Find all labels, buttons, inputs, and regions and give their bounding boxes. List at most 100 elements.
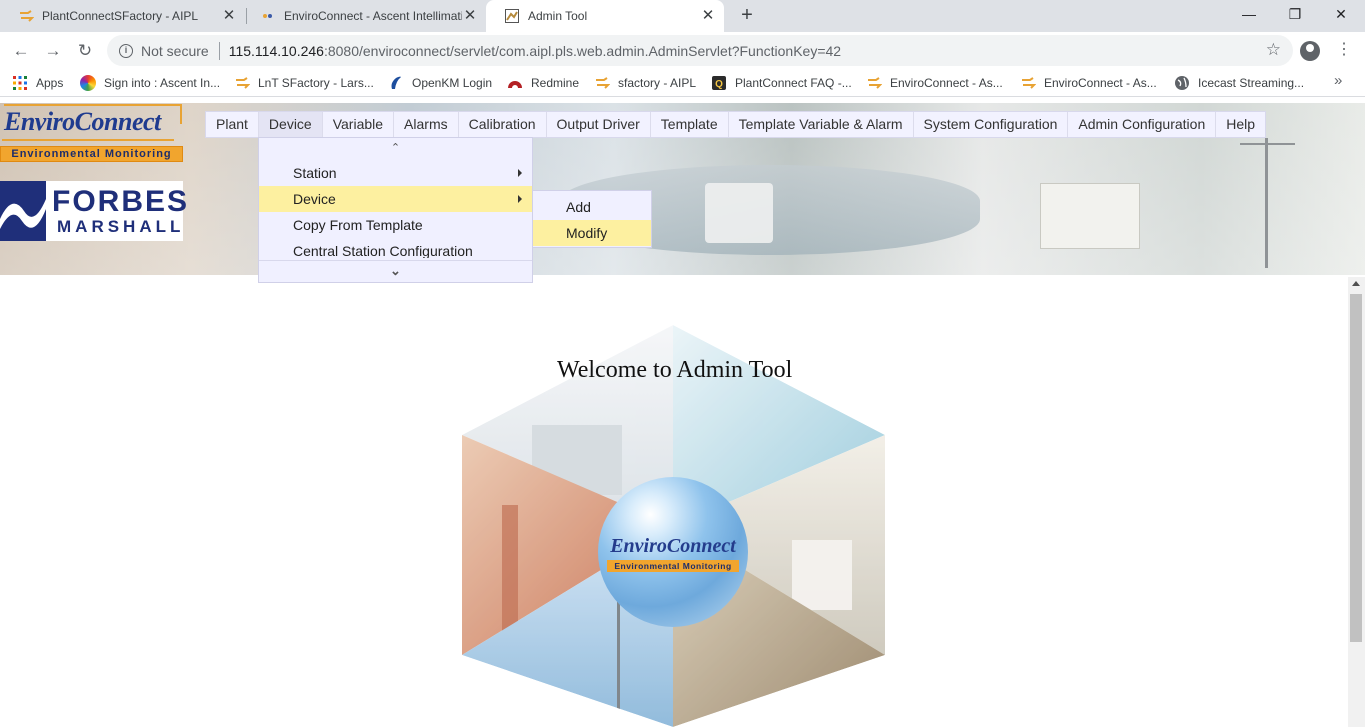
close-tab-icon[interactable]: ✕	[221, 8, 237, 24]
menu-admin-configuration[interactable]: Admin Configuration	[1068, 112, 1217, 137]
tab-title: Admin Tool	[528, 9, 588, 23]
dropdown-item-device[interactable]: Device	[259, 186, 532, 212]
tab-strip: PlantConnectSFactory - AIPL ✕ EnviroConn…	[0, 0, 1365, 32]
tab-admin-tool[interactable]: Admin Tool ✕	[486, 0, 724, 32]
bookmark-label: sfactory - AIPL	[618, 76, 697, 90]
menu-template[interactable]: Template	[651, 112, 729, 137]
bookmark-label: Redmine	[531, 76, 580, 90]
bookmark-apps[interactable]: Apps	[12, 74, 63, 92]
tab-plantconnect[interactable]: PlantConnectSFactory - AIPL ✕	[0, 0, 245, 32]
dropdown-item-station[interactable]: Station	[259, 160, 532, 186]
enviroconnect-logo: EnviroConnect Environmental Monitoring F…	[0, 103, 187, 249]
bookmark-label: Sign into : Ascent In...	[104, 76, 221, 90]
main-menu-bar: Plant Device Variable Alarms Calibration…	[205, 111, 1267, 138]
dropdown-scroll-down-icon[interactable]: ⌄	[259, 260, 532, 280]
bookmark-label: Apps	[36, 76, 64, 90]
page-scrollbar[interactable]	[1348, 277, 1365, 727]
omnibox-divider	[218, 41, 220, 60]
forbes-wave-icon	[0, 181, 46, 241]
sfactory-icon	[868, 77, 882, 89]
menu-device[interactable]: Device	[258, 112, 323, 137]
submenu-arrow-icon	[518, 169, 522, 177]
banner-weather-mast	[1265, 138, 1268, 268]
globe-icon	[1175, 76, 1189, 90]
menu-template-variable-alarm[interactable]: Template Variable & Alarm	[729, 112, 914, 137]
dropdown-item-label: Station	[293, 165, 337, 181]
dropdown-scroll-up-icon[interactable]: ⌃	[259, 138, 532, 158]
redmine-icon	[508, 81, 522, 88]
logo-tagline: Environmental Monitoring	[0, 146, 183, 162]
url-path: :8080/enviroconnect/servlet/com.aipl.pls…	[323, 42, 842, 59]
reload-button[interactable]: ↻	[74, 40, 96, 62]
bookmarks-bar: Apps Sign into : Ascent In... LnT SFacto…	[0, 69, 1365, 97]
bookmark-star-icon[interactable]: ☆	[1266, 40, 1281, 60]
banner-shelter-image	[1040, 183, 1140, 249]
sfactory-icon	[20, 10, 34, 22]
close-window-button[interactable]: ✕	[1318, 0, 1364, 30]
bookmark-redmine[interactable]: Redmine	[507, 74, 579, 92]
address-bar[interactable]: i Not secure 115.114.10.246 :8080/enviro…	[107, 35, 1293, 66]
bookmark-enviroconnect-1[interactable]: EnviroConnect - As...	[866, 74, 1003, 92]
menu-help[interactable]: Help	[1216, 112, 1265, 137]
svg-text:Q: Q	[715, 79, 723, 90]
device-submenu: Add Modify	[532, 190, 652, 248]
bookmark-sfactory-aipl[interactable]: sfactory - AIPL	[594, 74, 696, 92]
menu-output-driver[interactable]: Output Driver	[547, 112, 651, 137]
menu-variable[interactable]: Variable	[323, 112, 395, 137]
browser-toolbar: ← → ↻ i Not secure 115.114.10.246 :8080/…	[0, 32, 1365, 69]
menu-system-configuration[interactable]: System Configuration	[914, 112, 1069, 137]
enviroconnect-icon	[263, 14, 272, 18]
menu-alarms[interactable]: Alarms	[394, 112, 459, 137]
bookmarks-overflow-button[interactable]: »	[1334, 72, 1342, 89]
scroll-up-arrow-icon[interactable]	[1352, 281, 1360, 286]
page-content: EnviroConnect Environmental Monitoring F…	[0, 97, 1365, 727]
bookmark-label: LnT SFactory - Lars...	[258, 76, 374, 90]
bookmark-sign-into-ascent[interactable]: Sign into : Ascent In...	[80, 74, 220, 92]
dropdown-item-label: Copy From Template	[293, 217, 423, 233]
sfactory-icon	[1022, 77, 1036, 89]
close-tab-icon[interactable]: ✕	[700, 8, 716, 24]
restore-button[interactable]: ❐	[1272, 0, 1318, 30]
scrollbar-thumb[interactable]	[1350, 294, 1362, 642]
center-enviroconnect-logo: EnviroConnect Environmental Monitoring	[598, 477, 748, 627]
logo-arrow-decoration	[2, 139, 174, 141]
bookmark-openkm[interactable]: OpenKM Login	[388, 74, 492, 92]
menu-plant[interactable]: Plant	[206, 112, 259, 137]
new-tab-button[interactable]: +	[736, 4, 758, 28]
profile-icon[interactable]	[1300, 41, 1320, 61]
url-host: 115.114.10.246	[228, 42, 324, 59]
back-button[interactable]: ←	[10, 40, 32, 62]
tab-title: PlantConnectSFactory - AIPL	[42, 9, 199, 23]
openkm-icon	[391, 76, 401, 89]
bookmark-label: PlantConnect FAQ -...	[735, 76, 852, 90]
faq-icon: Q	[712, 76, 726, 90]
bookmark-icecast[interactable]: Icecast Streaming...	[1174, 74, 1304, 92]
header-banner: EnviroConnect Environmental Monitoring F…	[0, 103, 1365, 283]
tab-enviroconnect[interactable]: EnviroConnect - Ascent Intellimati ✕	[242, 0, 486, 32]
menu-calibration[interactable]: Calibration	[459, 112, 547, 137]
admin-tool-icon	[505, 9, 519, 23]
info-icon[interactable]: i	[119, 43, 133, 58]
bookmark-label: Icecast Streaming...	[1198, 76, 1305, 90]
partner-logo-line2: MARSHALL	[57, 217, 185, 236]
submenu-item-add[interactable]: Add	[533, 194, 651, 220]
minimize-button[interactable]: —	[1226, 0, 1272, 30]
color-wheel-icon	[80, 75, 96, 91]
submenu-item-modify[interactable]: Modify	[533, 220, 651, 246]
dropdown-item-copy-from-template[interactable]: Copy From Template	[259, 212, 532, 238]
dropdown-item-central-station-configuration[interactable]: Central Station Configuration	[259, 238, 532, 258]
bookmark-lnt-sfactory[interactable]: LnT SFactory - Lars...	[234, 74, 374, 92]
partner-logo-line1: FORBES	[52, 185, 190, 218]
bookmark-plantconnect-faq[interactable]: Q PlantConnect FAQ -...	[711, 74, 852, 92]
dropdown-item-label: Device	[293, 191, 336, 207]
bookmark-enviroconnect-2[interactable]: EnviroConnect - As...	[1020, 74, 1157, 92]
forbes-marshall-logo: FORBES MARSHALL	[0, 181, 187, 241]
tab-title: EnviroConnect - Ascent Intellimati	[284, 9, 462, 23]
bookmark-label: EnviroConnect - As...	[890, 76, 1003, 90]
close-tab-icon[interactable]: ✕	[462, 8, 478, 24]
browser-menu-icon[interactable]: ⋮	[1336, 40, 1352, 60]
center-logo-tagline: Environmental Monitoring	[607, 560, 739, 572]
forward-button[interactable]: →	[42, 40, 64, 62]
welcome-heading: Welcome to Admin Tool	[557, 357, 793, 383]
center-logo-name: EnviroConnect	[610, 535, 736, 557]
